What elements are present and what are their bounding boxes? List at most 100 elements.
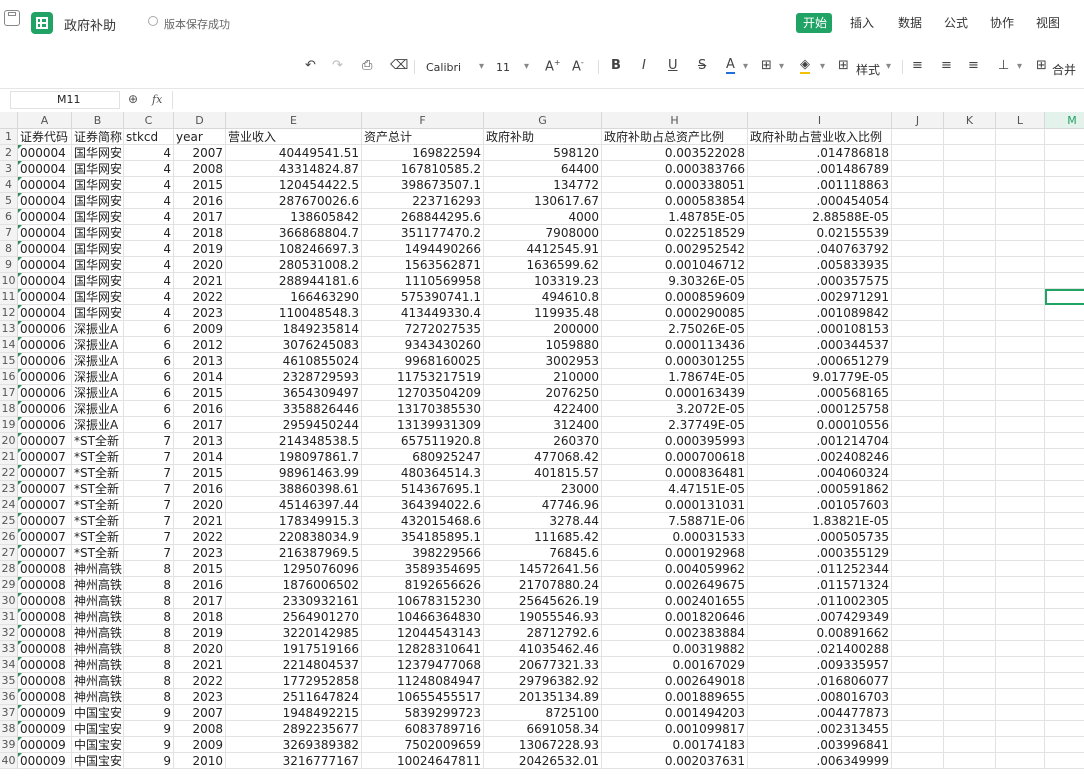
table-cell[interactable]: 2012 [174,337,226,353]
column-header-l[interactable]: L [996,112,1045,129]
header-cell[interactable]: 证券代码 [18,129,72,145]
empty-cell[interactable] [1045,353,1084,369]
table-cell[interactable]: 2007 [174,145,226,161]
row-header[interactable]: 30 [0,593,18,609]
row-header[interactable]: 33 [0,641,18,657]
row-header[interactable]: 31 [0,609,18,625]
table-cell[interactable]: 12379477068 [362,657,484,673]
table-cell[interactable]: 1636599.62 [484,257,602,273]
table-cell[interactable]: 神州高铁 [72,641,124,657]
table-cell[interactable]: 13067228.93 [484,737,602,753]
empty-cell[interactable] [944,449,996,465]
table-cell[interactable]: 4 [124,225,174,241]
empty-cell[interactable] [892,241,944,257]
clear-format-icon[interactable]: ⌫ [390,58,408,73]
table-cell[interactable]: 12703504209 [362,385,484,401]
empty-cell[interactable] [944,609,996,625]
table-cell[interactable]: 0.000163439 [602,385,748,401]
table-cell[interactable]: 2009 [174,321,226,337]
empty-cell[interactable] [1045,385,1084,401]
table-cell[interactable]: 8 [124,561,174,577]
table-cell[interactable]: 神州高铁 [72,673,124,689]
table-cell[interactable]: 2016 [174,193,226,209]
table-cell[interactable]: 3076245083 [226,337,362,353]
row-header[interactable]: 18 [0,401,18,417]
empty-cell[interactable] [1045,209,1084,225]
table-cell[interactable]: 000008 [18,593,72,609]
empty-cell[interactable] [892,545,944,561]
empty-cell[interactable] [996,241,1045,257]
table-cell[interactable]: 6 [124,401,174,417]
header-cell[interactable]: 证券简称 [72,129,124,145]
empty-cell[interactable] [944,561,996,577]
empty-cell[interactable] [944,337,996,353]
empty-cell[interactable] [892,321,944,337]
vertical-align-chevron-icon[interactable]: ▾ [1017,61,1022,72]
header-cell[interactable]: 政府补助 [484,129,602,145]
empty-cell[interactable] [944,577,996,593]
empty-cell[interactable] [892,561,944,577]
table-cell[interactable]: 1772952858 [226,673,362,689]
table-cell[interactable]: 1917519166 [226,641,362,657]
table-cell[interactable]: 6 [124,369,174,385]
table-cell[interactable]: 000007 [18,529,72,545]
row-header[interactable]: 16 [0,369,18,385]
table-cell[interactable]: 深振业A [72,417,124,433]
empty-cell[interactable] [1045,241,1084,257]
table-cell[interactable]: 000007 [18,497,72,513]
font-color-chevron-icon[interactable]: ▾ [743,61,748,72]
table-cell[interactable]: 4 [124,257,174,273]
column-header-a[interactable]: A [18,112,72,129]
table-cell[interactable]: 354185895.1 [362,529,484,545]
table-cell[interactable]: 9.01779E-05 [748,369,892,385]
empty-cell[interactable] [944,753,996,769]
table-cell[interactable]: 4 [124,273,174,289]
row-header[interactable]: 34 [0,657,18,673]
empty-cell[interactable] [1045,705,1084,721]
table-cell[interactable]: 中国宝安 [72,753,124,769]
table-cell[interactable]: 1948492215 [226,705,362,721]
table-cell[interactable]: 287670026.6 [226,193,362,209]
empty-cell[interactable] [944,225,996,241]
table-cell[interactable]: 514367695.1 [362,481,484,497]
empty-cell[interactable] [996,161,1045,177]
empty-cell[interactable] [944,529,996,545]
empty-cell[interactable] [1045,545,1084,561]
table-cell[interactable]: 国华网安 [72,161,124,177]
empty-cell[interactable] [892,497,944,513]
table-cell[interactable]: 3269389382 [226,737,362,753]
empty-cell[interactable] [1045,593,1084,609]
table-cell[interactable]: 223716293 [362,193,484,209]
doc-title[interactable]: 政府补助 [64,15,116,34]
table-cell[interactable]: 7908000 [484,225,602,241]
empty-cell[interactable] [996,481,1045,497]
table-cell[interactable]: .000568165 [748,385,892,401]
empty-cell[interactable] [996,193,1045,209]
table-cell[interactable]: 2014 [174,369,226,385]
empty-cell[interactable] [892,721,944,737]
table-cell[interactable]: .001214704 [748,433,892,449]
empty-cell[interactable] [1045,177,1084,193]
table-cell[interactable]: 4 [124,305,174,321]
table-cell[interactable]: 2017 [174,593,226,609]
empty-cell[interactable] [944,161,996,177]
column-header-b[interactable]: B [72,112,124,129]
table-cell[interactable]: 0.000131031 [602,497,748,513]
table-cell[interactable]: 76845.6 [484,545,602,561]
style-icon[interactable]: ⊞ [838,58,849,73]
empty-cell[interactable] [996,593,1045,609]
table-cell[interactable]: 8 [124,641,174,657]
table-cell[interactable]: 1563562871 [362,257,484,273]
table-cell[interactable]: 3216777167 [226,753,362,769]
empty-cell[interactable] [996,129,1045,145]
empty-cell[interactable] [1045,513,1084,529]
italic-icon[interactable]: I [642,58,646,73]
table-cell[interactable]: 2013 [174,433,226,449]
table-cell[interactable]: 11248084947 [362,673,484,689]
row-header[interactable]: 29 [0,577,18,593]
table-cell[interactable]: 国华网安 [72,145,124,161]
table-cell[interactable]: 6 [124,385,174,401]
table-cell[interactable]: *ST全新 [72,465,124,481]
empty-cell[interactable] [1045,257,1084,273]
table-cell[interactable]: 2019 [174,625,226,641]
